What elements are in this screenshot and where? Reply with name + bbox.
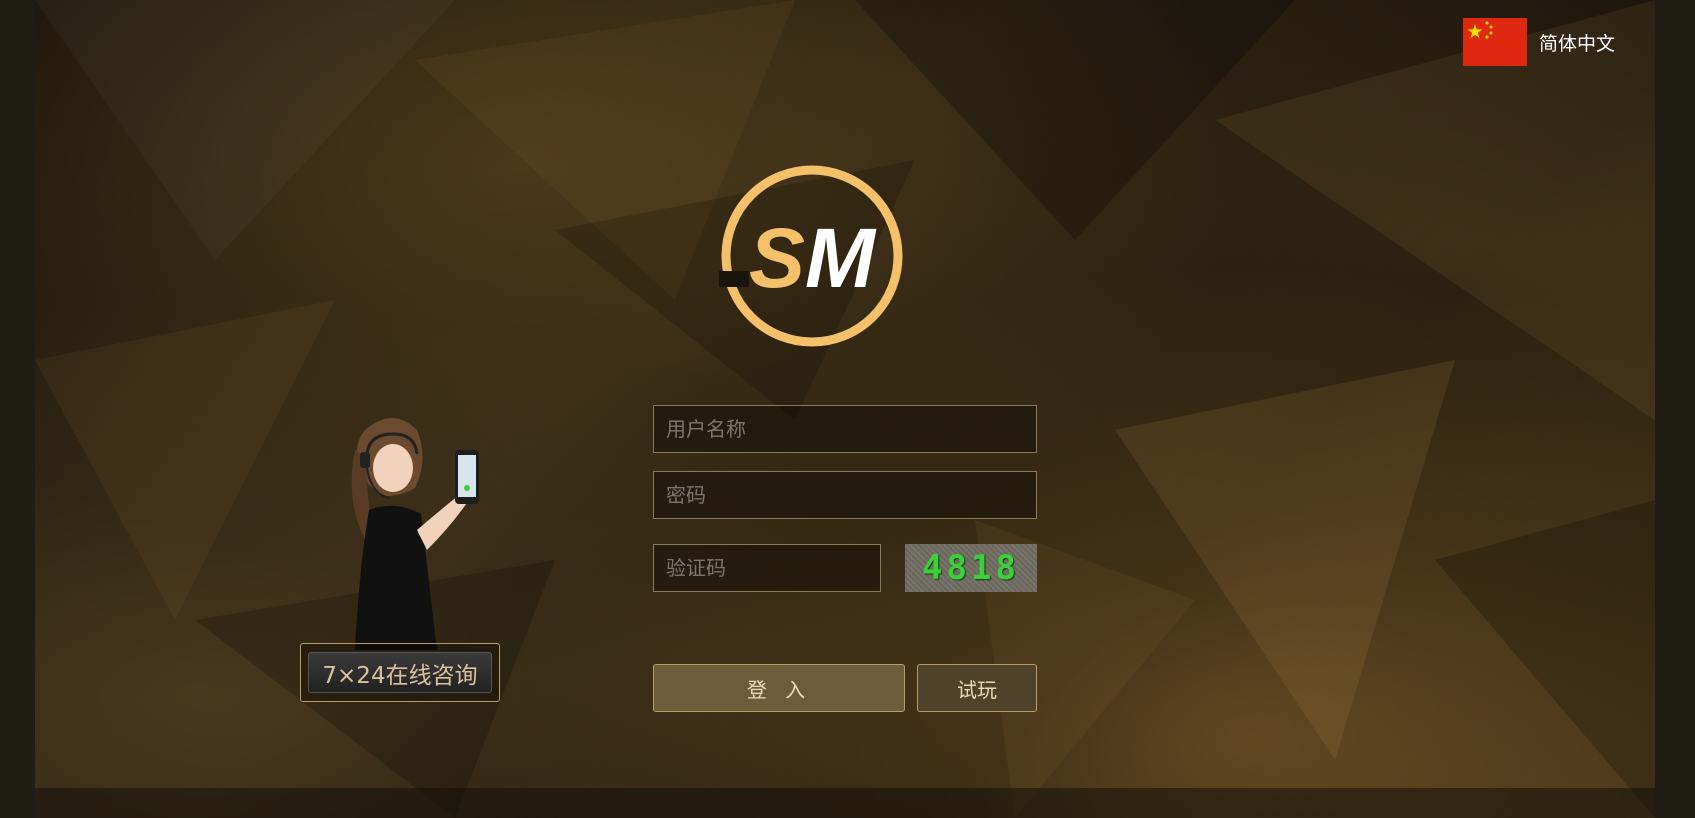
online-support-label[interactable]: 7×24在线咨询 [308, 652, 492, 693]
trial-button[interactable]: 试玩 [917, 664, 1037, 712]
captcha-image[interactable]: 4818 [905, 544, 1037, 592]
sm-logo: SM [719, 165, 903, 347]
username-input[interactable] [653, 405, 1037, 453]
online-support-button[interactable]: 7×24在线咨询 [300, 643, 500, 702]
captcha-code: 4818 [922, 548, 1020, 588]
captcha-input[interactable] [653, 544, 881, 592]
language-label[interactable]: 简体中文 [1539, 29, 1615, 56]
china-flag-icon [1462, 18, 1527, 66]
language-selector[interactable]: 简体中文 [1462, 18, 1615, 66]
footer-strip [35, 788, 1655, 818]
login-button[interactable]: 登 入 [653, 664, 905, 712]
password-input[interactable] [653, 471, 1037, 519]
logo-text: SM [749, 211, 877, 305]
support-agent-image [351, 418, 479, 650]
